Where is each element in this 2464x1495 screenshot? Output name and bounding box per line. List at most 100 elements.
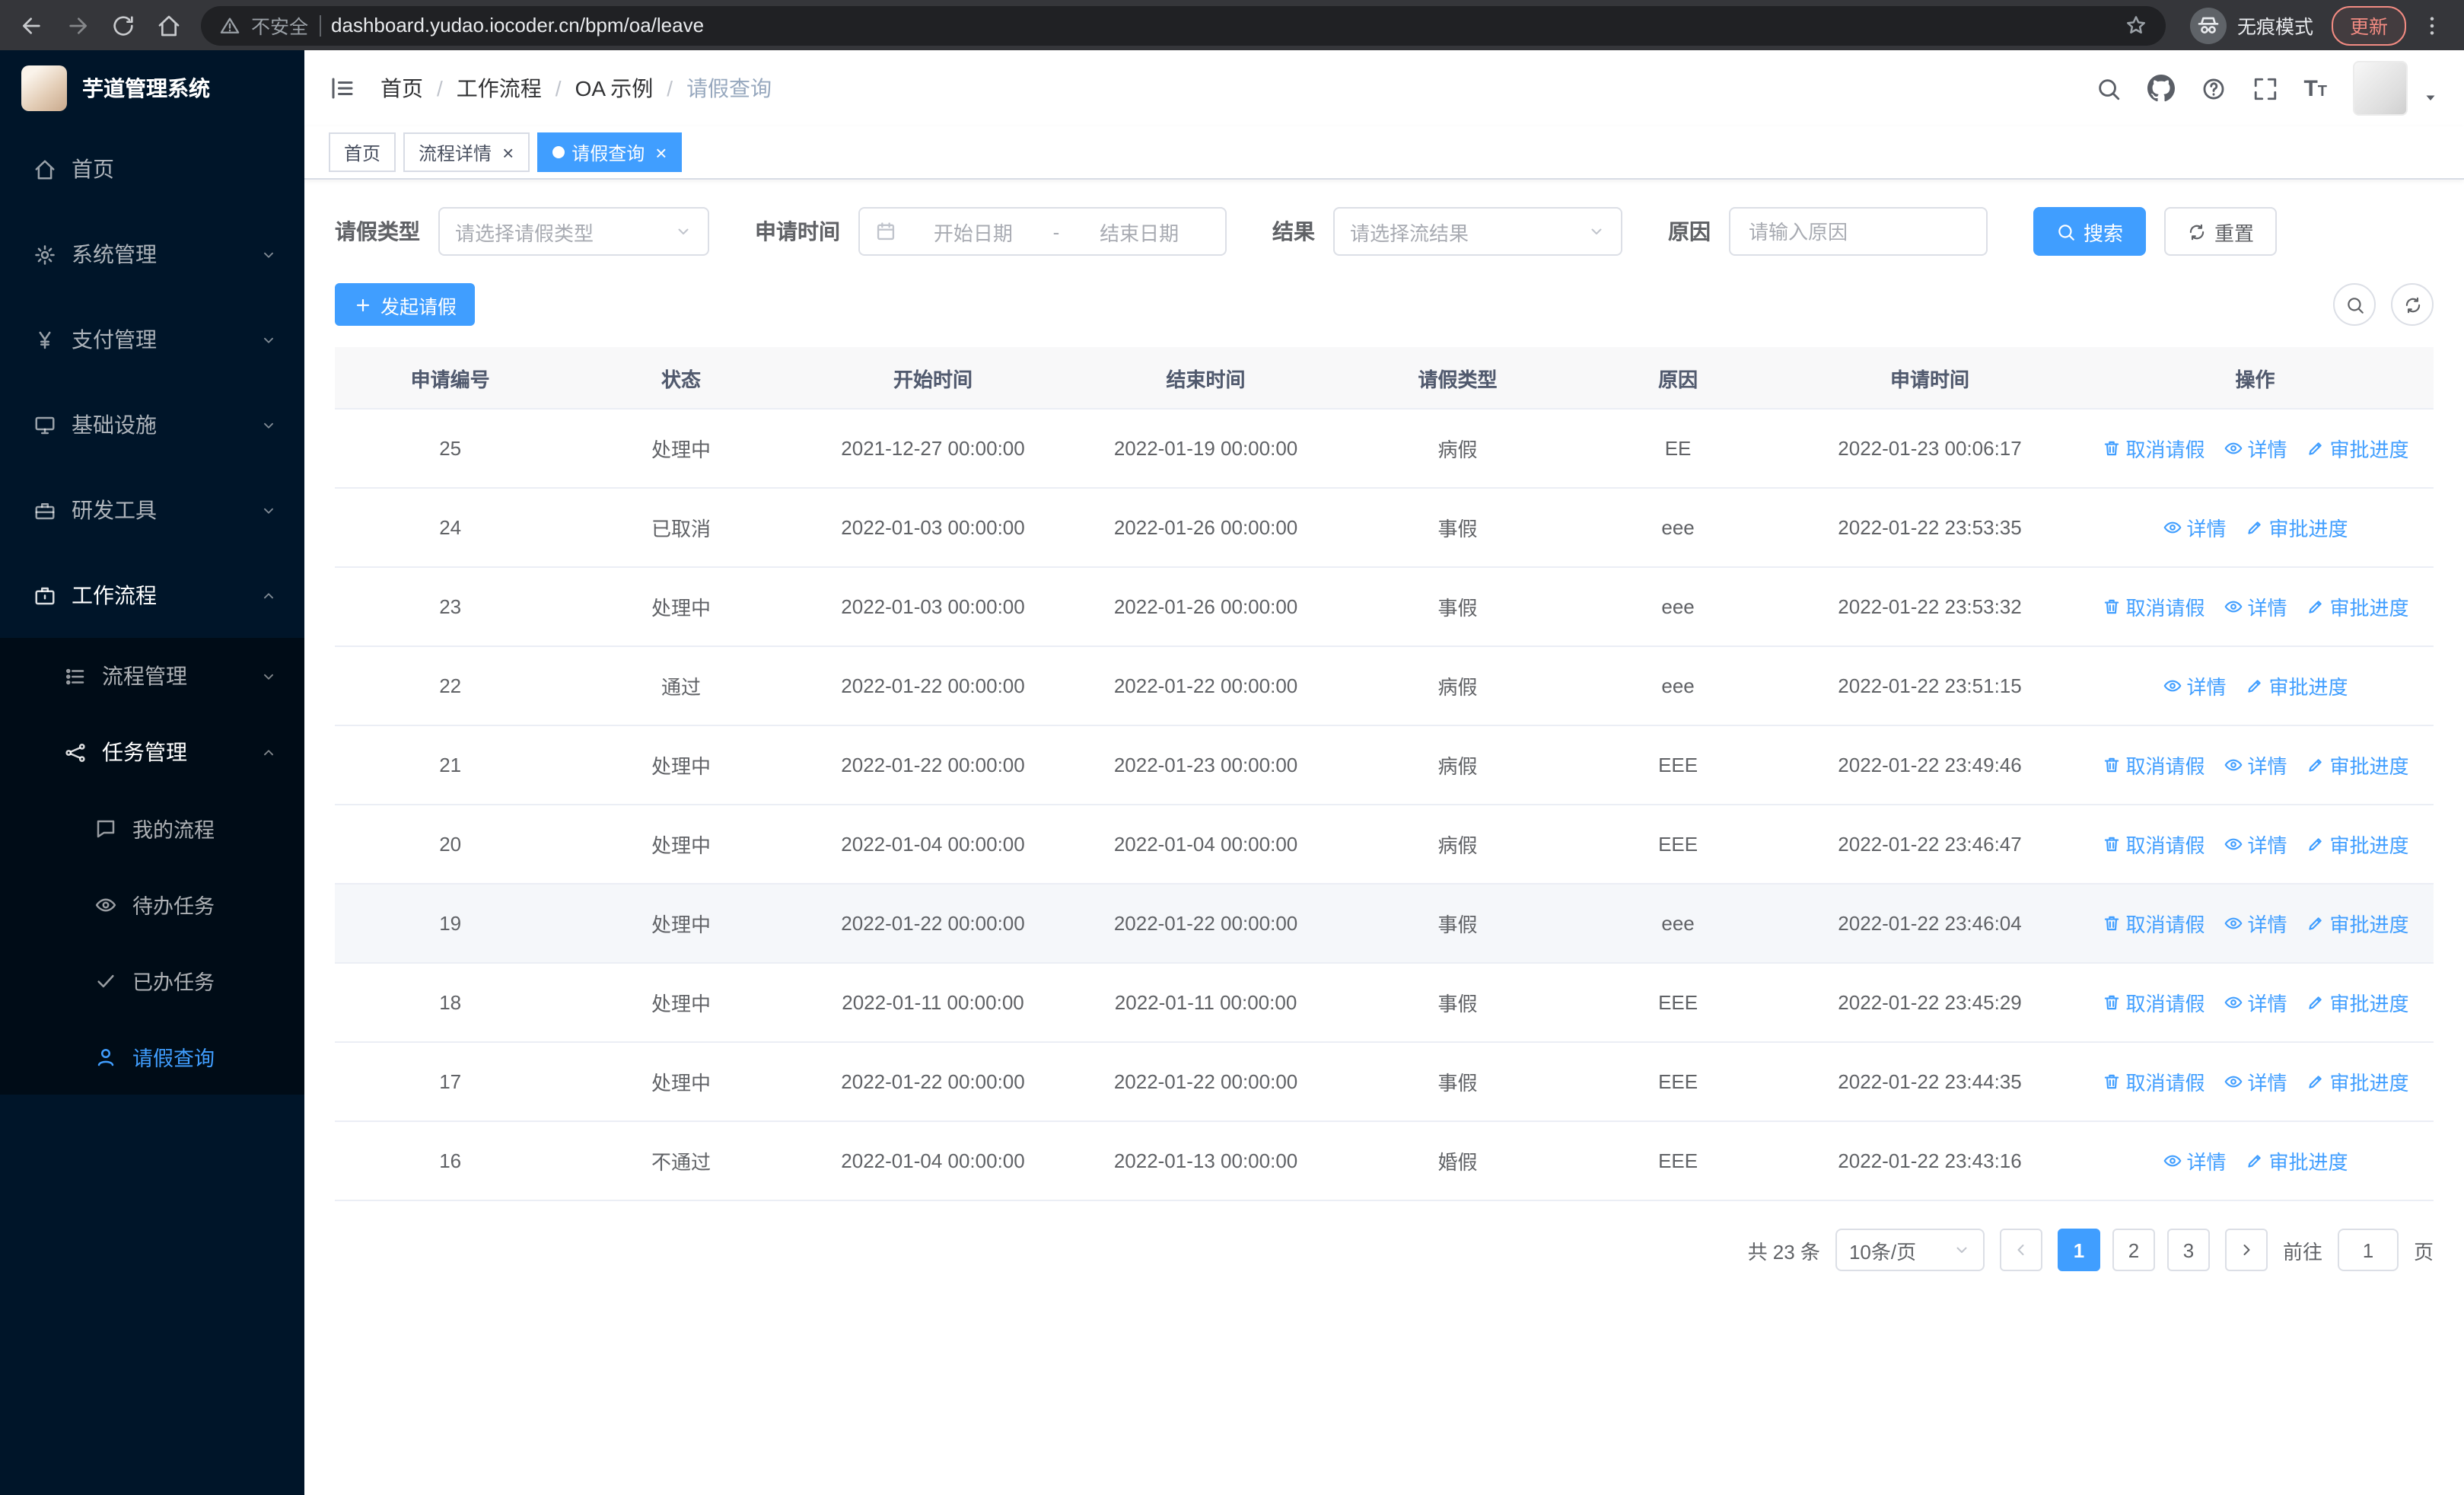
tab-leave-query[interactable]: 请假查询 × (536, 132, 683, 172)
cancel-link[interactable]: 取消请假 (2101, 909, 2205, 938)
address-bar[interactable]: 不安全 dashboard.yudao.iocoder.cn/bpm/oa/le… (201, 5, 2166, 45)
refresh-table-button[interactable] (2391, 283, 2434, 326)
avatar[interactable] (2353, 61, 2408, 116)
cancel-link[interactable]: 取消请假 (2101, 592, 2205, 621)
op-label: 取消请假 (2125, 913, 2205, 936)
progress-link[interactable]: 审批进度 (2306, 434, 2409, 463)
sidebar-item-leave-query[interactable]: 请假查询 (0, 1018, 304, 1095)
sidebar-item-home[interactable]: 首页 (0, 126, 304, 212)
date-range-picker[interactable]: 开始日期 - 结束日期 (858, 207, 1227, 256)
detail-link[interactable]: 详情 (2224, 751, 2287, 779)
progress-link[interactable]: 审批进度 (2306, 988, 2409, 1017)
security-label[interactable]: 不安全 (251, 11, 308, 40)
progress-link[interactable]: 审批进度 (2306, 1067, 2409, 1096)
tab-close-icon[interactable]: × (655, 142, 667, 162)
cancel-link[interactable]: 取消请假 (2101, 751, 2205, 779)
progress-link[interactable]: 审批进度 (2306, 751, 2409, 779)
github-icon[interactable] (2147, 75, 2175, 102)
sidebar-item-label: 基础设施 (72, 413, 157, 437)
leave-type-select[interactable]: 请选择请假类型 (438, 207, 709, 256)
incognito-label: 无痕模式 (2236, 17, 2313, 38)
progress-link[interactable]: 审批进度 (2306, 830, 2409, 859)
progress-link[interactable]: 审批进度 (2245, 1146, 2348, 1175)
progress-link[interactable]: 审批进度 (2306, 592, 2409, 621)
toggle-search-button[interactable] (2333, 283, 2376, 326)
cell-ops: 取消请假 详情 审批进度 (2077, 963, 2434, 1043)
create-leave-button[interactable]: 发起请假 (335, 283, 476, 326)
cell-reason: EEE (1573, 725, 1783, 805)
search-icon[interactable] (2095, 75, 2121, 101)
progress-link[interactable]: 审批进度 (2245, 513, 2348, 542)
column-header: 开始时间 (796, 347, 1070, 410)
tab-process-detail[interactable]: 流程详情 × (403, 132, 530, 172)
url-text[interactable]: dashboard.yudao.iocoder.cn/bpm/oa/leave (331, 14, 2114, 37)
tab-close-icon[interactable]: × (502, 142, 514, 162)
page-button-3[interactable]: 3 (2166, 1229, 2210, 1271)
sidebar-item-devtools[interactable]: 研发工具 (0, 467, 304, 553)
goto-page-input[interactable] (2337, 1229, 2399, 1271)
browser-home-icon[interactable] (149, 5, 189, 45)
sidebar-collapse-icon[interactable] (329, 75, 356, 102)
cancel-link[interactable]: 取消请假 (2101, 434, 2205, 463)
detail-link[interactable]: 详情 (2224, 909, 2287, 938)
detail-link[interactable]: 详情 (2224, 1067, 2287, 1096)
tab-home[interactable]: 首页 (329, 132, 396, 172)
sidebar-item-task-mgmt[interactable]: 任务管理 (0, 714, 304, 790)
help-icon[interactable] (2200, 75, 2226, 101)
reason-input[interactable] (1746, 218, 1971, 244)
fullscreen-icon[interactable] (2252, 75, 2278, 101)
table-row: 20 处理中 2022-01-04 00:00:00 2022-01-04 00:00… (335, 805, 2434, 885)
detail-link[interactable]: 详情 (2163, 671, 2227, 700)
update-button[interactable]: 更新 (2331, 5, 2406, 45)
detail-link[interactable]: 详情 (2163, 513, 2227, 542)
sidebar-item-infrastructure[interactable]: 基础设施 (0, 382, 304, 467)
check-icon (94, 969, 117, 992)
select-placeholder: 请选择流结果 (1350, 222, 1469, 244)
cancel-link[interactable]: 取消请假 (2101, 830, 2205, 859)
bookmark-star-icon[interactable] (2125, 14, 2147, 37)
search-button[interactable]: 搜索 (2033, 207, 2147, 256)
cell-id: 17 (335, 1042, 566, 1122)
progress-link[interactable]: 审批进度 (2306, 909, 2409, 938)
font-size-icon[interactable]: TT (2303, 75, 2327, 101)
detail-link[interactable]: 详情 (2224, 592, 2287, 621)
page-button-1[interactable]: 1 (2057, 1229, 2100, 1271)
detail-link[interactable]: 详情 (2224, 830, 2287, 859)
cancel-link[interactable]: 取消请假 (2101, 988, 2205, 1017)
op-label: 审批进度 (2329, 913, 2409, 936)
chevron-down-icon[interactable] (2421, 88, 2440, 107)
browser-back-icon[interactable] (12, 5, 52, 45)
browser-menu-icon[interactable] (2412, 5, 2452, 45)
page-button-2[interactable]: 2 (2112, 1229, 2155, 1271)
detail-link[interactable]: 详情 (2224, 434, 2287, 463)
sidebar-item-system[interactable]: 系统管理 (0, 212, 304, 297)
edit-icon (2306, 913, 2326, 933)
breadcrumb-item[interactable]: 首页 (380, 73, 423, 104)
cancel-link[interactable]: 取消请假 (2101, 1067, 2205, 1096)
sidebar-item-done-tasks[interactable]: 已办任务 (0, 942, 304, 1018)
breadcrumb-item[interactable]: 工作流程 (457, 73, 542, 104)
progress-link[interactable]: 审批进度 (2245, 671, 2348, 700)
cell-ops: 取消请假 详情 审批进度 (2077, 409, 2434, 489)
sidebar-item-todo-tasks[interactable]: 待办任务 (0, 866, 304, 942)
sidebar-item-payment[interactable]: 支付管理 (0, 297, 304, 382)
reset-button[interactable]: 重置 (2164, 207, 2278, 256)
tab-label: 请假查询 (571, 142, 645, 164)
detail-link[interactable]: 详情 (2224, 988, 2287, 1017)
sidebar-item-workflow[interactable]: 工作流程 (0, 553, 304, 638)
chevron-up-icon (260, 744, 277, 760)
prev-page-button[interactable] (1999, 1229, 2042, 1271)
browser-forward-icon[interactable] (58, 5, 97, 45)
breadcrumb-item[interactable]: OA 示例 (575, 73, 654, 104)
next-page-button[interactable] (2224, 1229, 2268, 1271)
result-select[interactable]: 请选择流结果 (1333, 207, 1622, 256)
logo[interactable]: 芋道管理系统 (0, 50, 304, 126)
page-size-select[interactable]: 10条/页 (1835, 1229, 1985, 1271)
browser-reload-icon[interactable] (103, 5, 143, 45)
detail-link[interactable]: 详情 (2163, 1146, 2227, 1175)
cell-apply_time: 2022-01-22 23:45:29 (1782, 963, 2077, 1043)
cell-reason: EE (1573, 409, 1783, 489)
sidebar-item-my-process[interactable]: 我的流程 (0, 790, 304, 866)
refresh-icon (2187, 222, 2207, 241)
sidebar-item-process-mgmt[interactable]: 流程管理 (0, 638, 304, 714)
